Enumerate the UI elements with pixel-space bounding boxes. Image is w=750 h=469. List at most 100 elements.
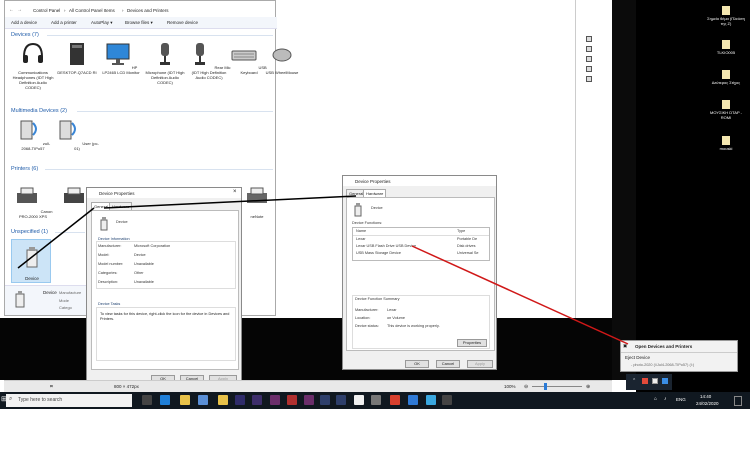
breadcrumb[interactable]: ← → Control Panel › All Control Panel It… bbox=[5, 5, 277, 15]
clock-date[interactable]: 24/02/2020 bbox=[696, 401, 719, 406]
breadcrumb-item[interactable]: All Control Panel Items bbox=[69, 8, 115, 13]
desktop-icon[interactable]: TLKIO005 bbox=[706, 40, 746, 55]
divider bbox=[77, 111, 273, 112]
summary-label: Manufacturer: bbox=[355, 308, 379, 312]
usb-drive-icon bbox=[26, 247, 38, 268]
device-mouse[interactable]: USB WheelMouse bbox=[265, 41, 299, 75]
app-icon[interactable] bbox=[304, 395, 314, 405]
device-label: Rear Mic (IDT High Definition Audio CODE… bbox=[191, 65, 231, 80]
desktop-icon-label: mouski bbox=[719, 146, 733, 151]
device-unspecified-selected[interactable]: Device bbox=[11, 239, 51, 283]
tool-icon[interactable] bbox=[586, 56, 592, 62]
microphone-icon bbox=[160, 43, 170, 65]
desktop-icon-label: ΜΟΥΣΙΚΗ DTAP - ROMI bbox=[710, 110, 742, 120]
device-label: Microphone (IDT High Definition Audio CO… bbox=[145, 70, 185, 85]
desktop-icon[interactable]: ΜΟΥΣΙΚΗ DTAP - ROMI bbox=[706, 100, 746, 120]
info-value: Unavailable bbox=[134, 280, 154, 284]
tab-panel: Device Device Functions: Name Type Lexar… bbox=[346, 197, 495, 351]
remove-device-button[interactable]: Remove device bbox=[167, 20, 198, 25]
store-icon[interactable] bbox=[198, 395, 208, 405]
printer-onenote[interactable]: neNote bbox=[237, 185, 277, 219]
details-manufacturer: Manufacture bbox=[59, 290, 82, 295]
app-tray-icon[interactable] bbox=[642, 378, 648, 384]
desktop-icon[interactable]: Σημείο θέμα (Πλεύση της Ζ) bbox=[706, 6, 746, 26]
chrome-icon[interactable] bbox=[390, 395, 400, 405]
close-icon[interactable]: × bbox=[233, 189, 237, 195]
ok-button[interactable]: OK bbox=[405, 360, 429, 368]
breadcrumb-item[interactable]: Devices and Printers bbox=[127, 8, 169, 13]
search-placeholder: Type here to search bbox=[18, 397, 63, 403]
device-media-server[interactable]: zuli-2068-TIPo57 bbox=[11, 117, 55, 151]
app-icon[interactable] bbox=[270, 395, 280, 405]
mail-icon[interactable] bbox=[354, 395, 364, 405]
tool-icon[interactable] bbox=[586, 46, 592, 52]
menu-item-open-devices[interactable]: Open Devices and Printers bbox=[635, 344, 692, 349]
notifications-icon[interactable] bbox=[734, 396, 742, 406]
app-icon[interactable] bbox=[287, 395, 297, 405]
app-icon[interactable] bbox=[426, 395, 436, 405]
column-header-type[interactable]: Type bbox=[457, 229, 465, 233]
browse-files-button[interactable]: Browse files ▾ bbox=[125, 20, 153, 26]
app-icon[interactable] bbox=[252, 395, 262, 405]
file-explorer-icon[interactable] bbox=[180, 395, 190, 405]
network-icon[interactable]: ⌂ bbox=[654, 396, 657, 402]
autoplay-button[interactable]: AutoPlay ▾ bbox=[91, 20, 113, 26]
app-icon[interactable] bbox=[371, 395, 381, 405]
tool-icon[interactable] bbox=[586, 76, 592, 82]
usb-eject-tray-icon[interactable] bbox=[652, 378, 658, 384]
fax-icon bbox=[64, 187, 85, 203]
menu-item-volume[interactable]: - photo-2020 (\\Jul4-2068-TIPo57) (I:) bbox=[631, 363, 694, 367]
device-monitor[interactable]: HP LP2465 LCD Monitor bbox=[99, 41, 143, 75]
function-row-name[interactable]: USB Mass Storage Device bbox=[356, 251, 401, 255]
nav-back-icon[interactable]: ← bbox=[9, 7, 14, 13]
task-view-icon[interactable] bbox=[142, 395, 152, 405]
printer-canon[interactable]: Canon PRO-2000 XPS bbox=[11, 185, 55, 219]
tool-icon[interactable] bbox=[586, 36, 592, 42]
desktop-icon[interactable]: mouski bbox=[706, 136, 746, 151]
group-header-unspecified[interactable]: Unspecified (1) bbox=[11, 229, 48, 235]
zoom-slider[interactable] bbox=[532, 386, 582, 387]
cancel-button[interactable]: Cancel bbox=[436, 360, 460, 368]
function-row-name[interactable]: Lexar bbox=[356, 237, 366, 241]
function-row-name[interactable]: Lexar USB Flash Drive USB Device bbox=[356, 244, 416, 248]
app-icon[interactable] bbox=[408, 395, 418, 405]
tool-icon[interactable] bbox=[586, 66, 592, 72]
volume-icon[interactable]: ♪ bbox=[664, 396, 667, 402]
tab-hardware[interactable]: Hardware bbox=[363, 189, 387, 197]
group-header-multimedia[interactable]: Multimedia Devices (2) bbox=[11, 108, 67, 114]
arrow-icon[interactable]: ⌃ bbox=[632, 378, 636, 384]
menu-item-eject[interactable]: Eject Device bbox=[625, 355, 650, 360]
group-header-printers[interactable]: Printers (6) bbox=[11, 166, 38, 172]
language-indicator[interactable]: ENG bbox=[676, 397, 686, 402]
device-microphone[interactable]: Microphone (IDT High Definition Audio CO… bbox=[143, 41, 187, 85]
group-header-devices[interactable]: Devices (7) bbox=[11, 32, 39, 38]
breadcrumb-item[interactable]: Control Panel bbox=[33, 8, 60, 13]
app-icon[interactable] bbox=[235, 395, 245, 405]
clock-time[interactable]: 14:40 bbox=[700, 394, 711, 399]
nav-forward-icon[interactable]: → bbox=[17, 7, 22, 13]
column-header-name[interactable]: Name bbox=[356, 229, 366, 233]
tray-overflow-panel: ⌃ bbox=[626, 374, 672, 390]
taskbar-search[interactable]: ⌕ Type here to search bbox=[6, 394, 132, 407]
usb-drive-icon bbox=[354, 203, 362, 217]
device-headphones[interactable]: Communications Headphones (IDT High Defi… bbox=[11, 41, 55, 90]
desktop-icon[interactable]: Δεύτερος Στίχος bbox=[706, 70, 746, 85]
lightroom-icon[interactable] bbox=[320, 395, 330, 405]
folder-icon[interactable] bbox=[218, 395, 228, 405]
add-device-button[interactable]: Add a device bbox=[11, 20, 37, 25]
app-icon[interactable] bbox=[442, 395, 452, 405]
properties-button[interactable]: Properties bbox=[457, 339, 487, 347]
app-tray-icon[interactable] bbox=[662, 378, 668, 384]
zoom-out-button[interactable]: ⊖ bbox=[524, 384, 528, 390]
add-printer-button[interactable]: Add a printer bbox=[51, 20, 77, 25]
apply-button[interactable]: Apply bbox=[467, 360, 493, 368]
usb-drive-icon bbox=[15, 291, 25, 308]
zoom-in-button[interactable]: ⊕ bbox=[586, 384, 590, 390]
functions-list[interactable]: Name Type Lexar Portable De Lexar USB Fl… bbox=[352, 227, 490, 261]
edge-icon[interactable] bbox=[160, 395, 170, 405]
device-rear-mic[interactable]: Rear Mic (IDT High Definition Audio CODE… bbox=[187, 41, 231, 80]
app-icon[interactable] bbox=[336, 395, 346, 405]
device-media-user[interactable]: User (pc-01) bbox=[55, 117, 99, 151]
device-computer[interactable]: DESKTOP-Q7ACD RI bbox=[55, 41, 99, 75]
zoom-slider-thumb[interactable] bbox=[544, 383, 547, 390]
